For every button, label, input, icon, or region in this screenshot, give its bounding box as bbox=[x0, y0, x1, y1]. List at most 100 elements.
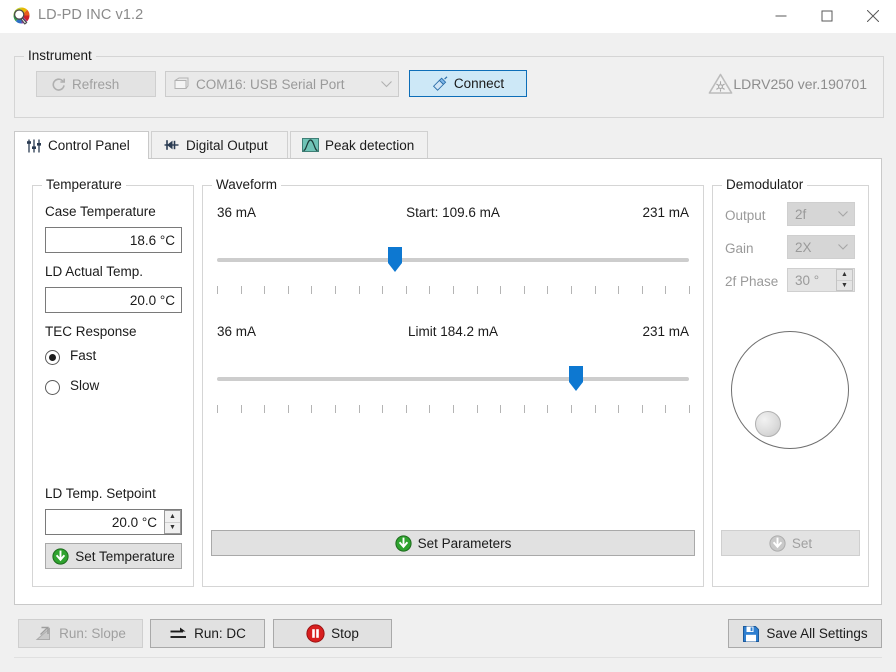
slider-tick bbox=[547, 286, 549, 294]
demodulator-group-label: Demodulator bbox=[722, 177, 808, 192]
maximize-button[interactable] bbox=[804, 0, 850, 31]
run-slope-button[interactable]: Run: Slope bbox=[18, 619, 143, 648]
slider-tick bbox=[523, 405, 525, 413]
stop-button[interactable]: Stop bbox=[273, 619, 392, 648]
sliders-icon bbox=[26, 138, 42, 154]
slider-tick bbox=[287, 286, 289, 294]
output-select[interactable]: 2f bbox=[787, 202, 855, 226]
tab-strip: Control Panel Digital Output Peak detect… bbox=[14, 131, 882, 159]
tab-peak-detection[interactable]: Peak detection bbox=[290, 131, 428, 158]
refresh-icon bbox=[51, 77, 66, 92]
ld-actual-temp-label: LD Actual Temp. bbox=[45, 264, 144, 279]
ld-actual-temp-value: 20.0 °C bbox=[129, 292, 175, 308]
set-temperature-button[interactable]: Set Temperature bbox=[45, 543, 182, 569]
slider-tick bbox=[594, 286, 596, 294]
slider-tick bbox=[264, 286, 266, 294]
phase-value: 30 ° bbox=[795, 272, 820, 288]
slope-icon bbox=[35, 625, 53, 642]
laser-warning-icon bbox=[708, 73, 733, 98]
slider-tick bbox=[476, 405, 478, 413]
run-dc-button[interactable]: Run: DC bbox=[150, 619, 265, 648]
phase-stepper[interactable]: ▲ ▼ bbox=[836, 269, 853, 291]
app-logo-icon bbox=[12, 7, 31, 26]
digital-pin-icon bbox=[163, 137, 180, 153]
slider-tick bbox=[523, 286, 525, 294]
radio-slow-label: Slow bbox=[70, 378, 100, 393]
device-version-label: LDRV250 ver.190701 bbox=[733, 76, 867, 92]
slider-tick bbox=[358, 405, 360, 413]
com-port-value: COM16: USB Serial Port bbox=[196, 76, 345, 92]
footer-divider bbox=[14, 657, 882, 658]
slider-start-track[interactable] bbox=[217, 258, 689, 262]
slider-start-center-label: Start: 109.6 mA bbox=[406, 205, 500, 220]
slider-tick bbox=[689, 405, 690, 413]
slider-tick bbox=[405, 405, 407, 413]
slider-tick bbox=[618, 405, 620, 413]
phase-knob[interactable] bbox=[731, 331, 849, 449]
slider-limit-thumb[interactable] bbox=[568, 366, 584, 392]
tab-digital-output[interactable]: Digital Output bbox=[151, 131, 288, 158]
stepper-up-icon[interactable]: ▲ bbox=[837, 270, 852, 281]
slider-tick bbox=[240, 405, 242, 413]
phase-label: 2f Phase bbox=[725, 274, 779, 289]
chevron-down-icon bbox=[381, 80, 392, 88]
minimize-button[interactable] bbox=[758, 0, 804, 31]
instrument-group-label: Instrument bbox=[24, 48, 96, 63]
stepper-down-icon[interactable]: ▼ bbox=[165, 523, 180, 534]
slider-tick bbox=[571, 405, 572, 413]
slider-start-thumb[interactable] bbox=[387, 247, 403, 273]
close-button[interactable] bbox=[850, 0, 896, 31]
com-port-select[interactable]: COM16: USB Serial Port bbox=[165, 71, 399, 97]
set-button[interactable]: Set bbox=[721, 530, 860, 556]
connect-label: Connect bbox=[453, 76, 505, 91]
tab-control-panel[interactable]: Control Panel bbox=[14, 131, 149, 159]
phase-knob-handle[interactable] bbox=[755, 410, 782, 437]
slider-tick bbox=[358, 286, 360, 294]
slider-tick bbox=[311, 286, 313, 294]
serial-port-icon bbox=[174, 77, 189, 91]
slider-tick bbox=[453, 405, 454, 413]
output-value: 2f bbox=[795, 206, 807, 222]
gain-select[interactable]: 2X bbox=[787, 235, 855, 259]
set-parameters-button[interactable]: Set Parameters bbox=[211, 530, 695, 556]
slider-limit-ticks bbox=[217, 405, 690, 413]
slider-limit-center-label: Limit 184.2 mA bbox=[407, 324, 499, 339]
set-temperature-label: Set Temperature bbox=[75, 548, 175, 564]
slider-tick bbox=[476, 286, 478, 294]
radio-fast-indicator bbox=[45, 350, 60, 365]
slider-tick bbox=[335, 405, 336, 413]
stepper-up-icon[interactable]: ▲ bbox=[165, 511, 180, 523]
tec-response-label: TEC Response bbox=[45, 324, 137, 339]
slider-tick bbox=[500, 405, 502, 413]
set-label: Set bbox=[791, 535, 813, 551]
slider-limit-track[interactable] bbox=[217, 377, 689, 381]
save-disk-icon bbox=[742, 625, 760, 643]
ld-setpoint-stepper[interactable]: ▲ ▼ bbox=[164, 510, 181, 534]
slider-tick bbox=[240, 286, 242, 294]
slider-tick bbox=[571, 286, 572, 294]
case-temperature-label: Case Temperature bbox=[45, 204, 156, 219]
temperature-group: Temperature Case Temperature 18.6 °C LD … bbox=[32, 177, 194, 587]
tab-peak-detection-label: Peak detection bbox=[325, 137, 415, 153]
chevron-down-icon bbox=[838, 211, 848, 217]
slider-tick bbox=[405, 286, 407, 294]
slider-tick bbox=[665, 286, 667, 294]
chevron-down-icon bbox=[838, 244, 848, 250]
window-title: LD-PD INC v1.2 bbox=[38, 7, 144, 23]
ld-setpoint-input[interactable]: 20.0 °C bbox=[45, 509, 182, 535]
slider-tick bbox=[287, 405, 289, 413]
slider-tick bbox=[382, 405, 384, 413]
stepper-down-icon[interactable]: ▼ bbox=[837, 281, 852, 291]
slider-tick bbox=[641, 286, 643, 294]
gain-value: 2X bbox=[795, 239, 812, 255]
refresh-label: Refresh bbox=[72, 76, 120, 92]
slider-tick bbox=[594, 405, 596, 413]
refresh-button[interactable]: Refresh bbox=[36, 71, 156, 97]
slider-tick bbox=[665, 405, 667, 413]
slider-tick bbox=[453, 286, 454, 294]
save-all-settings-button[interactable]: Save All Settings bbox=[728, 619, 882, 648]
peak-curve-icon bbox=[302, 137, 319, 153]
connect-button[interactable]: Connect bbox=[409, 70, 527, 97]
slider-tick bbox=[618, 286, 620, 294]
slider-tick bbox=[217, 286, 218, 294]
